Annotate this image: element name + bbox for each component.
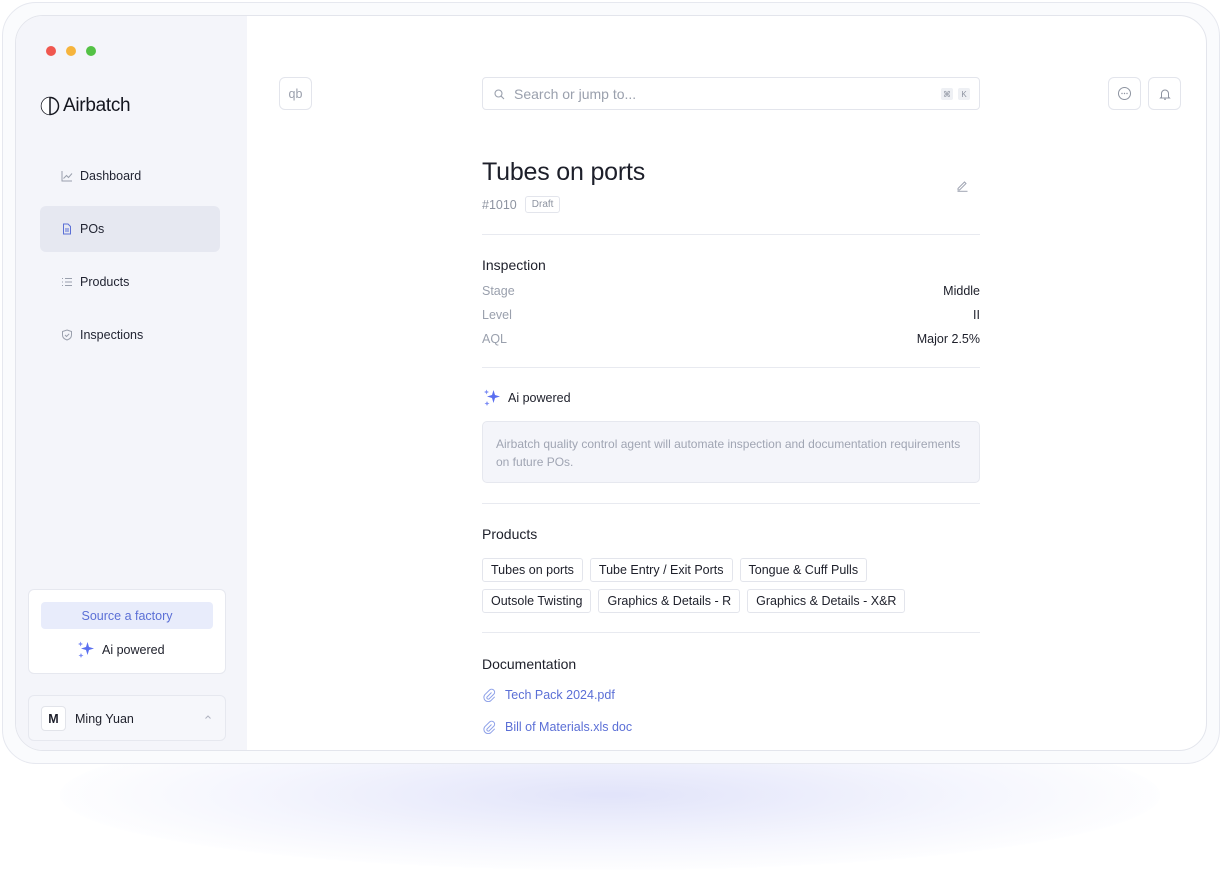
document-name: Tech Pack 2024.pdf [505,688,615,702]
product-tag[interactable]: Tongue & Cuff Pulls [739,558,868,582]
divider [482,503,980,504]
divider [482,632,980,633]
search-icon [494,89,505,100]
product-tag[interactable]: Graphics & Details - X&R [747,589,906,613]
ai-powered-section-label: Ai powered [482,388,571,408]
maximize-window-button[interactable] [86,46,96,56]
row-label: AQL [482,332,508,346]
ai-message-box: Airbatch quality control agent will auto… [482,421,980,483]
sourcing-card: Source a factory Ai powered [28,589,226,674]
product-tags: Tubes on ports Tube Entry / Exit Ports T… [482,558,980,613]
status-badge: Draft [524,196,561,213]
product-tag[interactable]: Tube Entry / Exit Ports [589,558,733,582]
avatar: M [41,706,66,731]
divider [482,234,980,235]
app-logo[interactable]: Airbatch [40,95,131,117]
shield-check-icon [61,329,73,341]
search-bar[interactable]: ⌘ K [482,77,980,110]
search-input[interactable] [514,85,894,103]
paperclip-icon [483,688,496,702]
divider [482,367,980,368]
documentation-heading: Documentation [482,656,577,672]
sidebar-item-label: POs [80,222,105,236]
sidebar-item-products[interactable]: Products [40,259,220,305]
page-title: Tubes on ports [482,158,646,186]
row-value: Middle [943,284,980,298]
k-key: K [958,88,970,100]
product-tag[interactable]: Graphics & Details - R [598,589,741,613]
sidebar: Airbatch Dashboard POs Products Inspecti… [16,16,247,750]
document-link[interactable]: Tech Pack 2024.pdf [482,688,615,702]
chat-icon [1118,87,1131,100]
ai-powered-label: Ai powered [508,391,571,405]
row-value: Major 2.5% [916,332,980,346]
window-controls [46,46,96,56]
edit-icon[interactable] [956,179,969,192]
chat-button[interactable] [1108,77,1141,110]
list-icon [61,276,73,288]
sidebar-item-label: Inspections [80,328,144,342]
sidebar-nav: Dashboard POs Products Inspections [40,153,220,365]
inspection-row-level: Level II [482,308,980,324]
airbatch-logo-icon [40,96,60,116]
product-tag[interactable]: Tubes on ports [482,558,583,582]
product-tag[interactable]: Outsole Twisting [482,589,592,613]
inspection-row-stage: Stage Middle [482,284,980,300]
products-heading: Products [482,526,538,542]
notifications-button[interactable] [1148,77,1181,110]
ai-powered-label: Ai powered [102,643,165,657]
po-meta: #1010 Draft [482,196,561,213]
sidebar-item-label: Dashboard [80,169,142,183]
sidebar-item-dashboard[interactable]: Dashboard [40,153,220,199]
workspace-switcher-button[interactable]: qb [279,77,312,110]
row-label: Level [482,308,512,322]
po-number: #1010 [482,197,517,212]
chart-line-icon [61,170,73,182]
paperclip-icon [483,720,496,734]
bell-icon [1158,89,1171,100]
close-window-button[interactable] [46,46,56,56]
sparkles-icon [78,641,94,658]
sidebar-item-inspections[interactable]: Inspections [40,312,220,358]
document-name: Bill of Materials.xls doc [505,720,633,734]
sparkles-icon [484,389,500,406]
chevron-up-icon [205,715,211,719]
logo-text: Airbatch [63,95,131,116]
inspection-heading: Inspection [482,257,546,273]
source-factory-button[interactable]: Source a factory [41,602,213,629]
sidebar-item-pos[interactable]: POs [40,206,220,252]
sidebar-item-label: Products [80,275,130,289]
user-menu[interactable]: M Ming Yuan [28,695,226,741]
user-name: Ming Yuan [75,712,134,726]
ai-powered-badge: Ai powered [76,640,165,660]
inspection-row-aql: AQL Major 2.5% [482,332,980,348]
app-window: Airbatch Dashboard POs Products Inspecti… [15,15,1207,751]
keyboard-shortcut-hint: ⌘ K [941,88,970,100]
row-label: Stage [482,284,515,298]
minimize-window-button[interactable] [66,46,76,56]
document-link[interactable]: Bill of Materials.xls doc [482,720,632,734]
row-value: II [973,308,980,322]
document-icon [61,223,73,235]
command-key: ⌘ [941,88,953,100]
